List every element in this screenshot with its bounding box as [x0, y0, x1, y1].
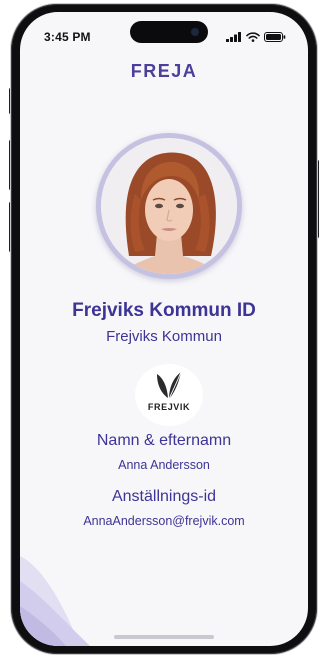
status-time: 3:45 PM	[44, 30, 91, 44]
signal-icon	[226, 32, 241, 42]
front-camera	[191, 28, 199, 36]
field-label-name: Namn & efternamn	[96, 432, 232, 449]
phone-mockup: 3:45 PM FREJA Frejviks Kommun ID Frejvik…	[0, 0, 324, 657]
battery-icon	[264, 32, 286, 42]
decorative-wave	[20, 556, 90, 646]
field-value-name: Anna Andersson	[118, 458, 210, 472]
phone-screen: 3:45 PM FREJA Frejviks Kommun ID Frejvik…	[20, 12, 308, 646]
organization-logo-text: FREJVIK	[147, 402, 191, 412]
portrait-photo	[101, 138, 237, 274]
status-icons	[226, 32, 286, 42]
frejvik-leaf-icon	[157, 371, 182, 400]
app-brand-logo: FREJA	[130, 61, 198, 81]
home-indicator[interactable]	[114, 635, 214, 639]
avatar	[101, 138, 237, 274]
dynamic-island	[130, 21, 208, 43]
field-label-employee-id: Anställnings-id	[111, 488, 217, 505]
wifi-icon	[246, 32, 260, 42]
avatar-ring	[96, 133, 242, 279]
field-value-employee-id: AnnaAndersson@frejvik.com	[83, 514, 245, 528]
id-card-title: Frejviks Kommun ID	[72, 300, 256, 321]
organization-logo: FREJVIK	[135, 364, 203, 426]
organization-name: Frejviks Kommun	[106, 328, 222, 345]
